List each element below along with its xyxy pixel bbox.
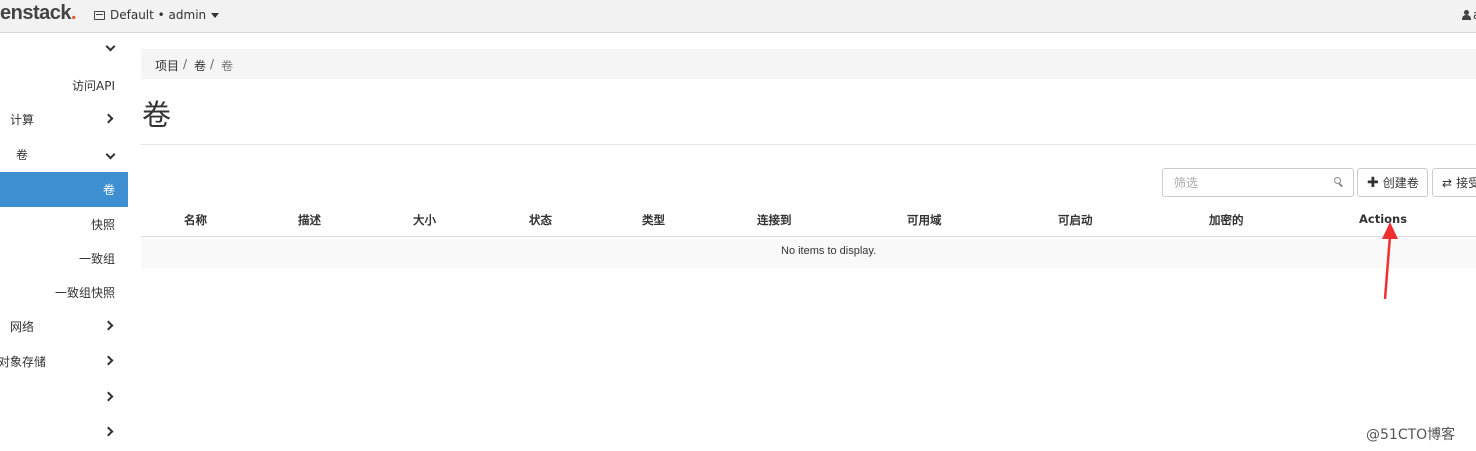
- top-navbar: enstack. Default • admin a: [0, 0, 1476, 33]
- sidebar-item-label: 卷: [16, 148, 29, 162]
- sidebar-item-compute[interactable]: 计算: [0, 102, 128, 136]
- table-empty-row: No items to display.: [141, 237, 1476, 268]
- sidebar-item-label: 对象存储: [0, 355, 47, 369]
- sidebar-item-collapsed-2[interactable]: [0, 415, 128, 449]
- column-header-actions: Actions: [1359, 212, 1408, 226]
- breadcrumb-separator: /: [210, 57, 215, 71]
- create-volume-button[interactable]: ✚ 创建卷: [1357, 168, 1428, 197]
- breadcrumb-item-project[interactable]: 项目: [155, 57, 179, 74]
- column-header-description[interactable]: 描述: [298, 212, 321, 228]
- title-divider: [141, 144, 1476, 145]
- brand-logo[interactable]: enstack.: [0, 2, 77, 25]
- column-header-encrypted[interactable]: 加密的: [1209, 212, 1244, 228]
- watermark: @51CTO博客: [1366, 427, 1456, 443]
- plus-icon: ✚: [1367, 174, 1379, 191]
- breadcrumb-item-volumes[interactable]: 卷: [194, 57, 206, 74]
- sidebar-item-volumes-group[interactable]: 卷: [0, 137, 128, 171]
- sidebar-item-label: 一致组: [78, 252, 115, 266]
- search-icon[interactable]: [1334, 177, 1343, 187]
- chevron-right-icon: [103, 426, 114, 437]
- column-header-size[interactable]: 大小: [413, 212, 436, 228]
- empty-message: No items to display.: [781, 245, 877, 257]
- column-header-status[interactable]: 状态: [529, 212, 552, 228]
- breadcrumb: 项目 / 卷 / 卷: [141, 49, 1476, 79]
- column-header-bootable[interactable]: 可启动: [1058, 212, 1093, 228]
- sidebar-item-object-store[interactable]: 对象存储: [0, 344, 128, 378]
- sidebar-item-volumes[interactable]: 卷: [0, 172, 128, 207]
- project-icon: [94, 10, 105, 20]
- sidebar-item-label: 计算: [10, 113, 35, 127]
- column-header-name[interactable]: 名称: [184, 212, 207, 228]
- breadcrumb-separator: /: [183, 57, 188, 71]
- sidebar-item-label: 网络: [10, 320, 35, 334]
- accept-transfer-button[interactable]: ⇄ 接受: [1432, 168, 1476, 197]
- chevron-right-icon: [103, 391, 114, 402]
- sidebar-item-network[interactable]: 网络: [0, 309, 128, 343]
- filter-input[interactable]: [1162, 168, 1354, 197]
- caret-down-icon: [211, 12, 220, 18]
- accept-transfer-label: 接受: [1456, 176, 1476, 190]
- sidebar-item-cg-snapshots[interactable]: 一致组快照: [0, 275, 128, 309]
- sidebar-item-label: 一致组快照: [54, 286, 115, 300]
- sidebar-item-label: 卷: [102, 183, 115, 197]
- column-header-attached-to[interactable]: 连接到: [757, 212, 792, 228]
- chevron-down-icon: [105, 41, 116, 52]
- sidebar-item-label: 访问API: [72, 79, 115, 93]
- project-selector-label: Default • admin: [110, 8, 207, 22]
- sidebar-item-label: 快照: [90, 218, 115, 232]
- page-title: 卷: [142, 98, 172, 132]
- exchange-icon: ⇄: [1442, 175, 1453, 190]
- sidebar-item-collapse[interactable]: [0, 33, 128, 67]
- chevron-right-icon: [103, 113, 114, 124]
- column-header-availability-zone[interactable]: 可用域: [907, 212, 942, 228]
- sidebar: 访问API 计算 卷 卷 快照 一致组 一致组快照 网络 对象存储: [0, 33, 128, 451]
- sidebar-item-access-api[interactable]: 访问API: [0, 68, 128, 102]
- project-selector[interactable]: Default • admin: [94, 8, 220, 22]
- user-icon[interactable]: [1462, 10, 1471, 21]
- chevron-down-icon: [105, 149, 116, 160]
- chevron-right-icon: [103, 355, 114, 366]
- sidebar-item-snapshots[interactable]: 快照: [0, 207, 128, 241]
- column-header-type[interactable]: 类型: [642, 212, 665, 228]
- sidebar-item-collapsed-1[interactable]: [0, 380, 128, 414]
- sidebar-item-consistency-groups[interactable]: 一致组: [0, 241, 128, 275]
- table-header: 名称 描述 大小 状态 类型 连接到 可用域 可启动 加密的 Actions: [141, 200, 1476, 237]
- create-volume-label: 创建卷: [1382, 176, 1419, 190]
- breadcrumb-item-current: 卷: [221, 59, 234, 73]
- chevron-right-icon: [103, 320, 114, 331]
